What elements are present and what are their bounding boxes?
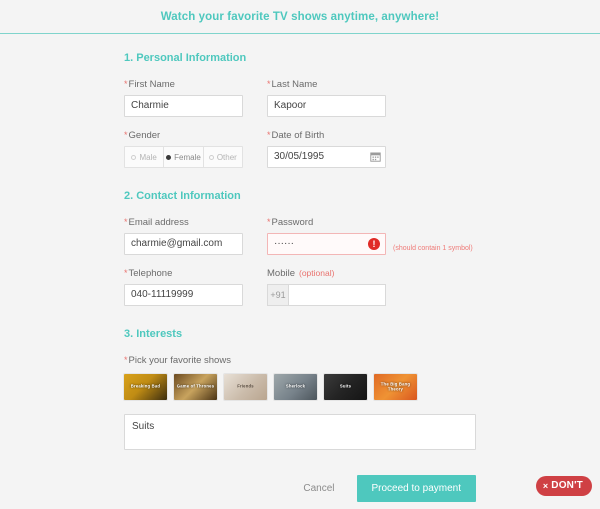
mobile-optional-text: (optional) <box>299 268 335 278</box>
email-label-text: Email address <box>128 217 189 228</box>
gender-option-label: Male <box>139 152 157 162</box>
dont-badge-label: DON'T <box>551 480 583 491</box>
section-title-interests: 3. Interests <box>124 328 183 340</box>
calendar-icon[interactable] <box>370 151 381 162</box>
password-label: *Password <box>267 217 386 228</box>
show-thumbnail-label: Suits <box>339 383 352 389</box>
dob-label: *Date of Birth <box>267 130 386 141</box>
page-title: Watch your favorite TV shows anytime, an… <box>160 10 440 23</box>
required-marker: * <box>124 217 128 227</box>
dob-input-wrap <box>267 146 386 168</box>
cancel-button[interactable]: Cancel <box>297 479 340 498</box>
gender-option-female[interactable]: Female <box>164 147 204 167</box>
show-thumbnail-label: The Big Bang Theory <box>380 381 411 391</box>
show-thumbnail-label: Sherlock <box>285 383 306 389</box>
field-gender: *Gender Male Female Other <box>124 130 243 168</box>
gender-option-label: Female <box>174 152 201 162</box>
section-personal-information: 1. Personal Information *First Name *Las… <box>124 52 476 168</box>
gender-label-text: Gender <box>128 130 161 141</box>
close-icon: × <box>542 480 549 491</box>
section-interests: 3. Interests *Pick your favorite shows B… <box>124 328 476 502</box>
mobile-label-text: Mobile <box>267 268 295 279</box>
telephone-label-text: Telephone <box>128 268 173 279</box>
field-first-name: *First Name <box>124 79 243 117</box>
pick-shows-label-text: Pick your favorite shows <box>128 355 231 366</box>
field-date-of-birth: *Date of Birth <box>267 130 386 168</box>
show-thumbnail-breaking-bad[interactable]: Breaking Bad <box>124 374 167 400</box>
field-password: *Password ! (should contain 1 symbol) <box>267 217 473 255</box>
show-thumbnail-label: Breaking Bad <box>130 383 161 389</box>
show-thumbnail-game-of-thrones[interactable]: Game of Thrones <box>174 374 217 400</box>
email-input[interactable] <box>124 233 243 255</box>
row-name: *First Name *Last Name <box>124 79 476 117</box>
show-thumbnail-friends[interactable]: Friends <box>224 374 267 400</box>
gender-option-other[interactable]: Other <box>204 147 242 167</box>
required-marker: * <box>124 130 128 140</box>
mobile-input-group: +91 <box>267 284 386 306</box>
first-name-label: *First Name <box>124 79 243 90</box>
dob-label-text: Date of Birth <box>271 130 325 141</box>
form-body: 1. Personal Information *First Name *Las… <box>0 34 600 502</box>
show-thumbnail-label: Game of Thrones <box>176 383 215 389</box>
dont-annotation-badge: × DON'T <box>535 476 592 496</box>
proceed-to-payment-button[interactable]: Proceed to payment <box>356 475 476 502</box>
field-last-name: *Last Name <box>267 79 386 117</box>
row-telephone-mobile: *Telephone Mobile (optional) +91 <box>124 268 476 306</box>
required-marker: * <box>124 355 128 365</box>
first-name-label-text: First Name <box>128 79 175 90</box>
telephone-label: *Telephone <box>124 268 243 279</box>
signup-page: Watch your favorite TV shows anytime, an… <box>0 0 600 509</box>
page-header: Watch your favorite TV shows anytime, an… <box>0 0 600 34</box>
required-marker: * <box>267 130 271 140</box>
password-error-icon: ! <box>368 238 380 250</box>
field-telephone: *Telephone <box>124 268 243 306</box>
radio-icon <box>131 154 137 160</box>
show-thumbnail-list: Breaking Bad Game of Thrones Friends She… <box>124 374 476 400</box>
telephone-input[interactable] <box>124 284 243 306</box>
mobile-country-prefix: +91 <box>267 284 288 306</box>
pick-shows-label: *Pick your favorite shows <box>124 355 476 366</box>
section-contact-information: 2. Contact Information *Email address *P… <box>124 190 476 306</box>
required-marker: * <box>124 268 128 278</box>
email-label: *Email address <box>124 217 243 228</box>
field-mobile: Mobile (optional) +91 <box>267 268 386 306</box>
last-name-label-text: Last Name <box>271 79 318 90</box>
password-error-text: (should contain 1 symbol) <box>393 245 473 252</box>
favorite-shows-textarea[interactable] <box>124 414 476 450</box>
radio-icon <box>166 154 172 160</box>
section-title-personal: 1. Personal Information <box>124 52 247 64</box>
section-title-contact: 2. Contact Information <box>124 190 241 202</box>
required-marker: * <box>267 79 271 89</box>
show-thumbnail-big-bang-theory[interactable]: The Big Bang Theory <box>374 374 417 400</box>
mobile-label: Mobile (optional) <box>267 268 386 279</box>
last-name-input[interactable] <box>267 95 386 117</box>
show-thumbnail-suits[interactable]: Suits <box>324 374 367 400</box>
field-email: *Email address <box>124 217 243 255</box>
required-marker: * <box>267 217 271 227</box>
show-thumbnail-sherlock[interactable]: Sherlock <box>274 374 317 400</box>
required-marker: * <box>124 79 128 89</box>
date-of-birth-input[interactable] <box>267 146 386 168</box>
radio-icon <box>208 154 214 160</box>
last-name-label: *Last Name <box>267 79 386 90</box>
gender-label: *Gender <box>124 130 243 141</box>
gender-option-label: Other <box>216 152 237 162</box>
gender-option-male[interactable]: Male <box>125 147 165 167</box>
mobile-input[interactable] <box>288 284 386 306</box>
row-email-password: *Email address *Password ! (should conta… <box>124 217 476 255</box>
first-name-input[interactable] <box>124 95 243 117</box>
form-actions: Cancel Proceed to payment <box>124 475 476 502</box>
show-thumbnail-label: Friends <box>237 383 254 389</box>
gender-radio-group[interactable]: Male Female Other <box>124 146 243 168</box>
row-gender-dob: *Gender Male Female Other *Date of Birth… <box>124 130 476 168</box>
password-label-text: Password <box>271 217 314 228</box>
